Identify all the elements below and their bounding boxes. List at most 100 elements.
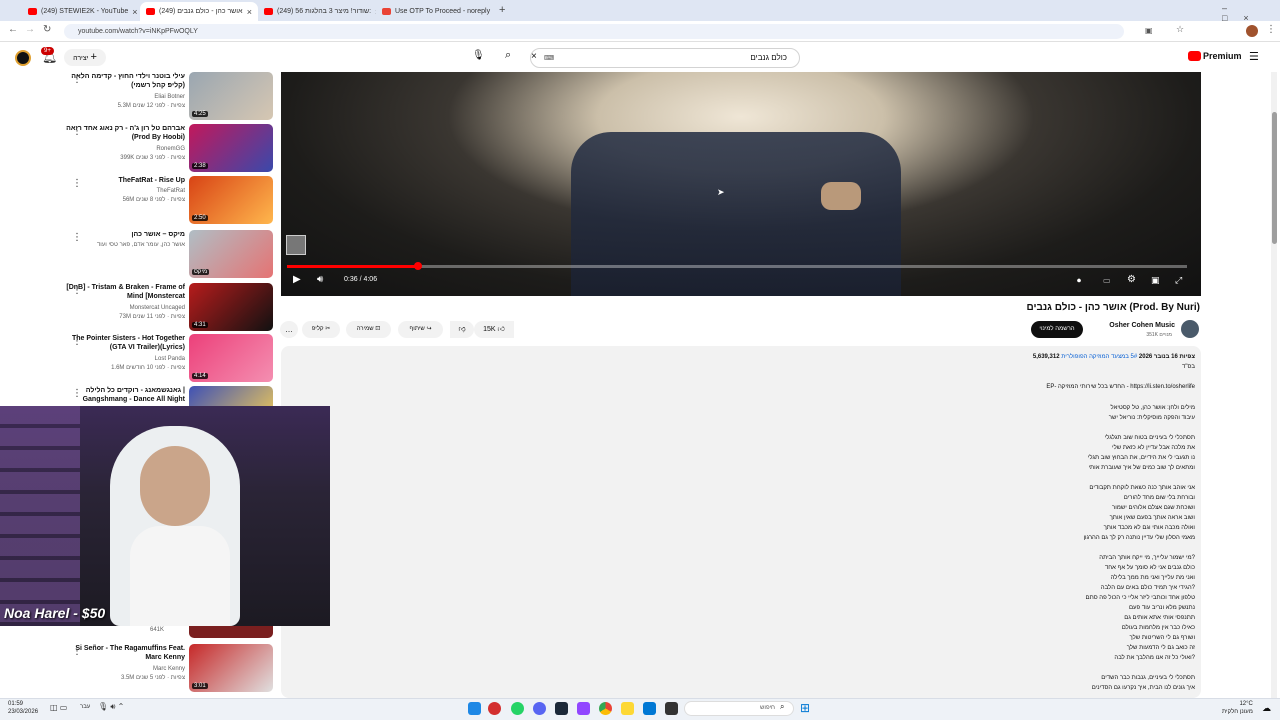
progress-bar-track[interactable] bbox=[287, 265, 1187, 268]
rec-stats: 5.3M צפיות · לפני 12 שנים bbox=[117, 103, 185, 109]
guide-menu-icon[interactable]: ☰ bbox=[1249, 50, 1259, 63]
file-explorer-icon[interactable] bbox=[621, 702, 634, 715]
forward-icon[interactable]: → bbox=[25, 24, 35, 35]
rec-title[interactable]: TheFatRat - Rise Up bbox=[65, 176, 185, 185]
chart-hashtag-link[interactable]: 5# במצעד המוזיקה הפופולרית bbox=[1061, 354, 1137, 360]
rec-thumbnail[interactable]: 3:01 bbox=[189, 644, 273, 692]
tray-icons[interactable]: 🎙︎ 🔊︎ ⌃ bbox=[98, 702, 124, 712]
recommendation-item[interactable]: ⋮ TheFatRat - Rise Up TheFatRat 56M צפיו… bbox=[60, 176, 275, 226]
play-icon[interactable]: ▶ bbox=[293, 274, 301, 285]
miniplayer-icon[interactable]: ▣ bbox=[1151, 275, 1160, 286]
system-tray-icons[interactable]: ◫ ▭ bbox=[50, 703, 67, 712]
reload-icon[interactable]: ↻ bbox=[43, 24, 51, 35]
rec-channel[interactable]: Marc Kenny bbox=[153, 666, 185, 672]
rec-title[interactable]: גאנגשמאנג - רוקדים כל הלילה | Gangshmang… bbox=[65, 386, 185, 404]
channel-avatar[interactable] bbox=[1181, 320, 1199, 338]
rec-channel[interactable]: Monstercat Uncaged bbox=[130, 305, 185, 311]
rec-title[interactable]: The Pointer Sisters - Hot Together (GTA … bbox=[65, 334, 185, 352]
new-tab-icon[interactable]: + bbox=[499, 4, 505, 16]
language-indicator[interactable]: עבר bbox=[80, 704, 90, 710]
keyboard-icon[interactable]: ⌨ bbox=[544, 54, 554, 62]
rec-title[interactable]: מיקס – אושר כהן bbox=[65, 230, 185, 239]
rec-channel[interactable]: אושר כהן, עומר אדם, פאר טסי ועוד bbox=[97, 242, 185, 248]
recommendation-item[interactable]: ⋮ עילי בוטנר וילדי החוץ - קדימה הלאה (קל… bbox=[60, 72, 275, 122]
steam-icon[interactable] bbox=[555, 702, 568, 715]
clip-button[interactable]: קליפ ✂ bbox=[302, 321, 340, 338]
more-actions-icon[interactable]: … bbox=[280, 321, 298, 338]
channel-name[interactable]: Osher Cohen Music bbox=[1109, 322, 1175, 329]
ep-link-line[interactable]: EP- החדש בכל שירותי המוזיקה - https://li… bbox=[1046, 382, 1195, 392]
rec-channel[interactable]: RonemGG bbox=[156, 146, 185, 152]
lyric-line: מאמי הסלון שלי עדיין נותנה רק לך גם ההרג… bbox=[1083, 535, 1195, 541]
progress-scrubber-handle[interactable] bbox=[414, 262, 422, 270]
rec-thumbnail[interactable]: 4:14 bbox=[189, 334, 273, 382]
rec-thumbnail[interactable]: 2:50 bbox=[189, 176, 273, 224]
share-button[interactable]: שיתוף ↪ bbox=[398, 321, 443, 338]
weather-widget[interactable]: 12°C מעונן חלקית bbox=[1222, 700, 1253, 716]
create-button[interactable]: יצירה + bbox=[64, 49, 106, 66]
discord-icon[interactable] bbox=[533, 702, 546, 715]
description-box[interactable] bbox=[281, 346, 1201, 698]
profile-avatar[interactable] bbox=[1246, 25, 1258, 37]
browser-tab[interactable]: (249) STEWIE2K - YouTube × bbox=[22, 2, 140, 21]
youtube-logo-icon[interactable] bbox=[1188, 51, 1201, 61]
recommendation-item[interactable]: ⋮ מיקס – אושר כהן אושר כהן, עומר אדם, פא… bbox=[60, 230, 275, 280]
rec-channel[interactable]: TheFatRat bbox=[157, 188, 185, 194]
recommendation-item[interactable]: ⋮ Si Señor - The Ragamuffins Feat. Marc … bbox=[60, 644, 275, 694]
close-tab-icon[interactable]: × bbox=[132, 7, 137, 17]
rec-title[interactable]: [DnB] - Tristam & Braken - Frame of Mind… bbox=[65, 283, 185, 301]
taskbar-app-icon[interactable] bbox=[488, 702, 501, 715]
taskbar-app-icon[interactable] bbox=[468, 702, 481, 715]
rec-thumbnail[interactable]: 2:38 bbox=[189, 124, 273, 172]
taskbar-clock[interactable]: 01:59 23/03/2026 bbox=[8, 700, 38, 716]
save-button[interactable]: שמירה ⊡ bbox=[346, 321, 391, 338]
dislike-button[interactable]: 👎︎ bbox=[450, 321, 474, 338]
premium-logo[interactable]: Premium bbox=[1203, 51, 1242, 61]
search-icon[interactable]: ⌕ bbox=[505, 49, 511, 62]
like-button[interactable]: 15K 👍︎ bbox=[474, 321, 514, 338]
settings-gear-icon[interactable]: ⚙ bbox=[1127, 274, 1136, 285]
close-tab-icon[interactable]: × bbox=[247, 7, 252, 17]
taskbar-search-box[interactable]: חיפוש bbox=[684, 701, 794, 716]
page-scrollbar-thumb[interactable] bbox=[1272, 112, 1277, 244]
rec-thumbnail[interactable]: מיקס bbox=[189, 230, 273, 278]
streamer-webcam-overlay: Noa Harel - $50 bbox=[0, 406, 330, 626]
url-field[interactable]: youtube.com/watch?v=iNKpPFwOQLY bbox=[64, 24, 1124, 39]
subscribe-button[interactable]: הרשמה למינוי bbox=[1031, 321, 1083, 338]
tab-title: (249) אושר כהן - כולם גנבים bbox=[159, 8, 243, 15]
autoplay-toggle-icon[interactable]: ⏺ bbox=[1077, 276, 1081, 286]
clear-search-icon[interactable]: × bbox=[531, 51, 537, 62]
browser-menu-icon[interactable]: ⋮ bbox=[1266, 24, 1276, 35]
video-player[interactable]: ▶ 🔊︎ 0:36 / 4:06 ⏺ ▭ ⚙ ▣ ⤢ ➤ bbox=[281, 72, 1201, 296]
recommendation-item[interactable]: ⋮ אברהם טל רון ג'ה - רק נאוג אחד רואה (P… bbox=[60, 124, 275, 174]
search-input[interactable]: כולם גנבים bbox=[530, 48, 800, 68]
browser-tab[interactable]: Use OTP To Proceed - noreply × bbox=[376, 2, 494, 21]
twitch-icon[interactable] bbox=[577, 702, 590, 715]
rec-title[interactable]: עילי בוטנר וילדי החוץ - קדימה הלאה (קליפ… bbox=[65, 72, 185, 90]
whatsapp-icon[interactable] bbox=[511, 702, 524, 715]
start-menu-icon[interactable]: ⊞ bbox=[800, 702, 810, 714]
volume-icon[interactable]: 🔊︎ bbox=[317, 274, 323, 285]
rec-title[interactable]: אברהם טל רון ג'ה - רק נאוג אחד רואה (Pro… bbox=[65, 124, 185, 142]
recommendation-item[interactable]: ⋮ [DnB] - Tristam & Braken - Frame of Mi… bbox=[60, 283, 275, 333]
window-controls[interactable]: –□× bbox=[1222, 3, 1280, 23]
rec-channel[interactable]: Lost Panda bbox=[155, 356, 185, 362]
extensions-icon[interactable]: ▣ bbox=[1145, 26, 1153, 35]
rec-channel[interactable]: Eliai Botner bbox=[154, 94, 185, 100]
subtitles-icon[interactable]: ▭ bbox=[1103, 276, 1111, 285]
taskbar-app-icon[interactable] bbox=[643, 702, 656, 715]
rec-thumbnail[interactable]: 4:31 bbox=[189, 283, 273, 331]
back-icon[interactable]: ← bbox=[8, 24, 18, 35]
fullscreen-icon[interactable]: ⤢ bbox=[1175, 275, 1182, 286]
browser-tab-active[interactable]: (249) אושר כהן - כולם גנבים × bbox=[140, 2, 258, 21]
account-avatar[interactable] bbox=[15, 50, 31, 66]
bookmark-star-icon[interactable]: ☆ bbox=[1176, 24, 1184, 35]
recommendation-item[interactable]: ⋮ The Pointer Sisters - Hot Together (GT… bbox=[60, 334, 275, 384]
chrome-icon[interactable] bbox=[599, 702, 612, 715]
rec-thumbnail-partial[interactable] bbox=[189, 626, 273, 638]
terminal-icon[interactable] bbox=[665, 702, 678, 715]
browser-tab[interactable]: (249) שודור! מיצר 3 בהלגות 56: × bbox=[258, 2, 376, 21]
rec-title[interactable]: Si Señor - The Ragamuffins Feat. Marc Ke… bbox=[65, 644, 185, 662]
rec-thumbnail[interactable]: 4:25 bbox=[189, 72, 273, 120]
voice-search-icon[interactable]: 🎙︎ bbox=[472, 50, 485, 61]
